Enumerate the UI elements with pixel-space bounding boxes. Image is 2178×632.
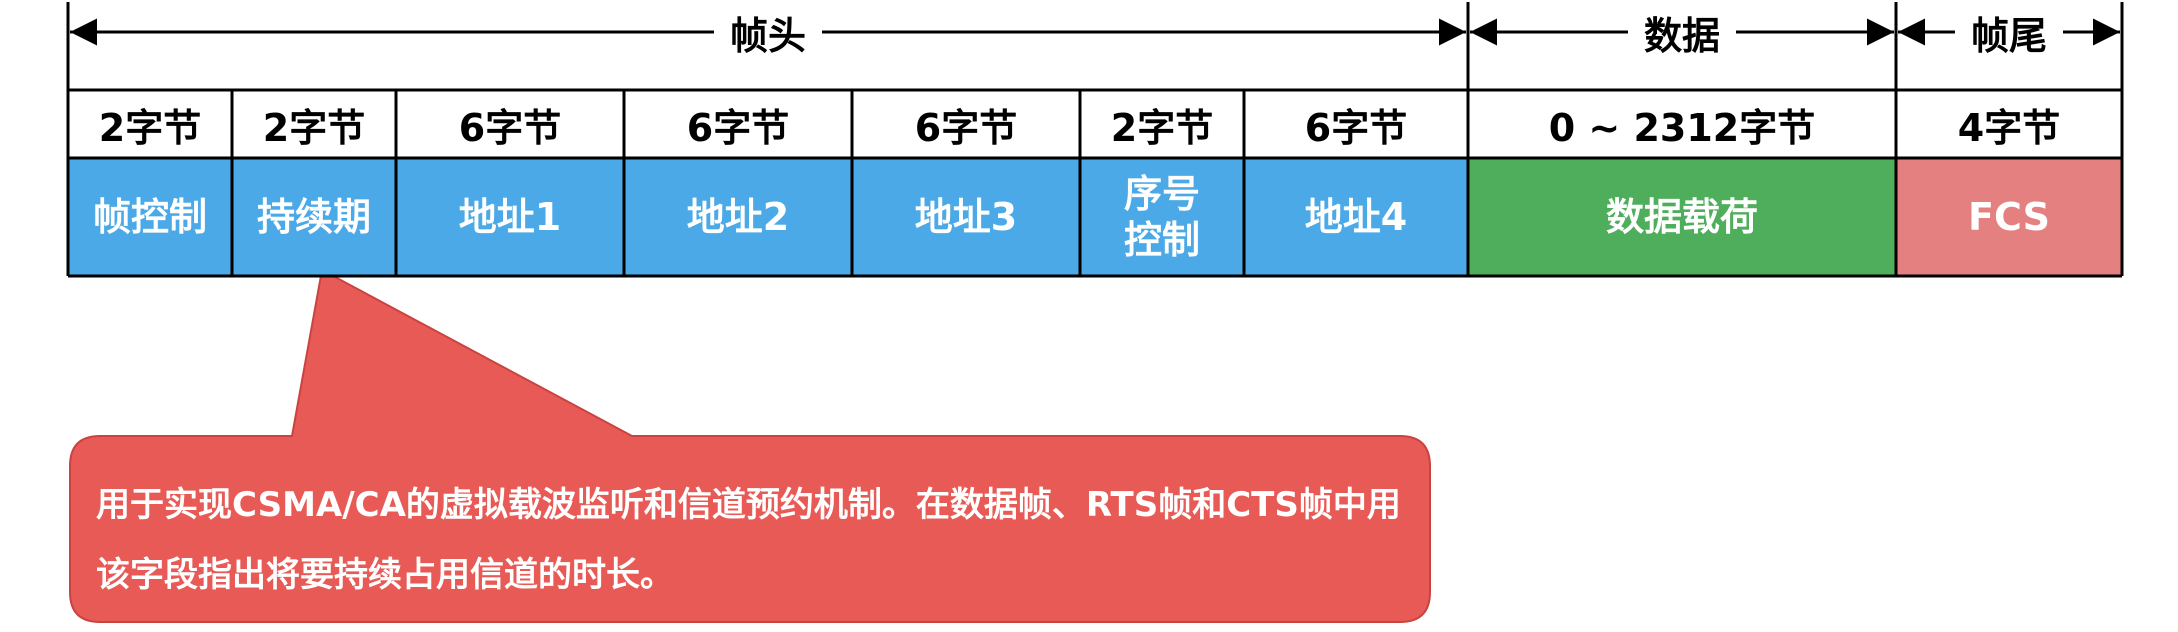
field-name: FCS — [1968, 195, 2050, 239]
span-label-header: 帧头 — [713, 8, 823, 64]
size-cell-fcs: 4字节 — [1896, 90, 2122, 158]
field-name: 数据载荷 — [1605, 195, 1758, 239]
field-cell-data-payload: 数据载荷 — [1468, 158, 1896, 276]
size-cell-frame-control: 2字节 — [68, 90, 232, 158]
size-cell-address-1: 6字节 — [396, 90, 624, 158]
size-cell-duration: 2字节 — [232, 90, 396, 158]
size-cell-address-2: 6字节 — [624, 90, 852, 158]
field-cell-address-4: 地址4 — [1244, 158, 1468, 276]
callout-text: 用于实现CSMA/CA的虚拟载波监听和信道预约机制。在数据帧、RTS帧和CTS帧… — [96, 485, 1401, 595]
field-name: 地址2 — [686, 195, 790, 239]
size-cell-sequence-control: 2字节 — [1080, 90, 1244, 158]
field-name: 序号 控制 — [1123, 172, 1200, 262]
size-cell-address-4: 6字节 — [1244, 90, 1468, 158]
field-name: 帧控制 — [92, 195, 207, 239]
field-cell-address-2: 地址2 — [624, 158, 852, 276]
frame-format-diagram: 帧头 数据 帧尾 2字节 帧控制 2字节 持续期 6字节 地址1 6字节 地址2 6字节 地址3 2… — [0, 0, 2178, 632]
size-cell-data-payload: 0 ~ 2312字节 — [1468, 90, 1896, 158]
field-cell-frame-control: 帧控制 — [68, 158, 232, 276]
field-name: 地址1 — [458, 195, 562, 239]
span-label-trailer: 帧尾 — [1954, 8, 2064, 64]
field-cell-address-1: 地址1 — [396, 158, 624, 276]
field-name: 持续期 — [256, 195, 371, 239]
size-cell-address-3: 6字节 — [852, 90, 1080, 158]
field-name: 地址4 — [1304, 195, 1408, 239]
field-cell-address-3: 地址3 — [852, 158, 1080, 276]
field-cell-duration: 持续期 — [232, 158, 396, 276]
field-cell-fcs: FCS — [1896, 158, 2122, 276]
field-cell-sequence-control: 序号 控制 — [1080, 158, 1244, 276]
field-name: 地址3 — [914, 195, 1018, 239]
span-label-data: 数据 — [1627, 8, 1737, 64]
